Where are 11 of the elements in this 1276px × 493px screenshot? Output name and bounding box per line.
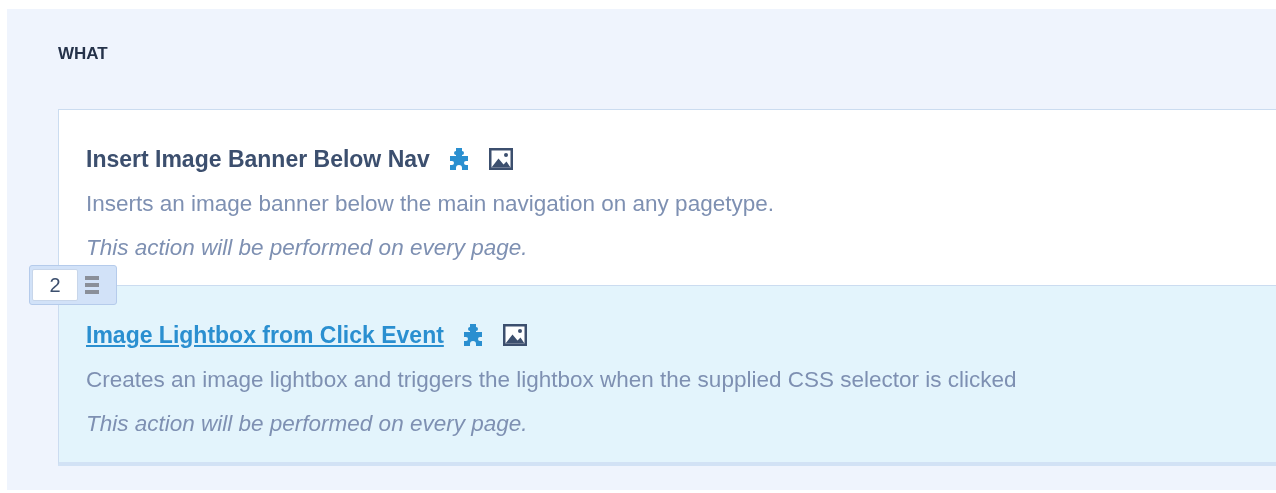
order-input[interactable]: 2	[32, 269, 78, 301]
action-description: Creates an image lightbox and triggers the lightbox when the supplied CSS selector is clicked	[86, 366, 1018, 394]
action-description: Inserts an image banner below the main navigation on any pagetype.	[86, 190, 775, 218]
image-icon	[487, 147, 514, 171]
order-control[interactable]: 2	[29, 265, 117, 305]
action-note: This action will be performed on every page.	[86, 234, 529, 262]
action-note: This action will be performed on every page.	[86, 410, 529, 438]
action-title: Insert Image Banner Below Nav	[86, 145, 430, 173]
drag-handle-icon[interactable]	[85, 275, 99, 295]
image-icon	[501, 323, 528, 347]
section-title: WHAT	[58, 44, 108, 64]
